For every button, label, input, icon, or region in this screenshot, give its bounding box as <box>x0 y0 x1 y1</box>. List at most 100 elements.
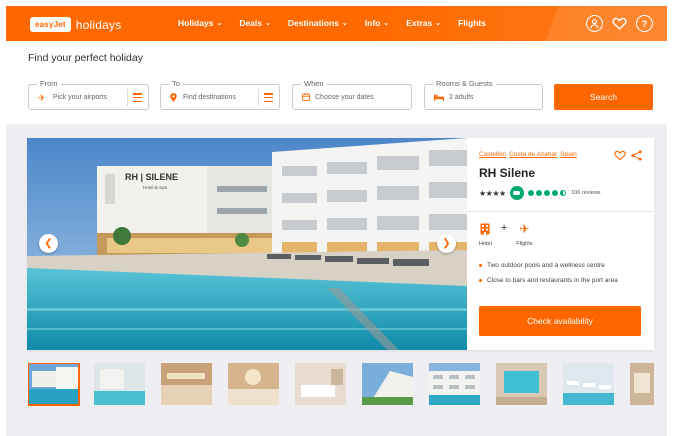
to-field[interactable]: To Find destinations <box>160 79 280 110</box>
prev-photo-button[interactable]: ❮ <box>39 234 58 253</box>
hotel-sign-subtext: Hotel & Spa <box>143 185 168 190</box>
from-label: From <box>37 79 61 89</box>
list-item: Two outdoor pools and a wellness centre <box>479 262 618 269</box>
package-hotel: Hotel <box>479 222 492 247</box>
plane-icon: ✈ <box>38 93 46 103</box>
to-input[interactable]: Find destinations <box>183 93 236 103</box>
help-icon[interactable]: ? <box>636 15 653 32</box>
when-field[interactable]: When Choose your dates <box>292 79 412 110</box>
search-button[interactable]: Search <box>554 84 653 110</box>
search-title: Find your perfect holiday <box>28 52 143 64</box>
nav-destinations[interactable]: Destinations ⌄ <box>288 18 348 28</box>
chevron-down-icon: ⌄ <box>341 20 348 27</box>
thumbnail[interactable] <box>496 363 547 405</box>
thumbnail[interactable] <box>28 363 80 406</box>
favourite-heart-icon[interactable] <box>614 148 626 166</box>
when-label: When <box>301 79 327 89</box>
list-item: Close to bars and restaurants in the por… <box>479 277 618 284</box>
account-icon[interactable] <box>586 15 603 32</box>
divider <box>467 211 654 212</box>
breadcrumb-town[interactable]: Castellon <box>479 151 506 158</box>
bed-icon <box>434 93 444 103</box>
package-contents: Hotel + ✈ Flights <box>479 222 532 247</box>
thumbnail-strip <box>28 363 654 408</box>
tripadvisor-bubbles <box>527 189 567 197</box>
highlight-text: Two outdoor pools and a wellness centre <box>487 262 605 269</box>
share-icon[interactable] <box>631 148 642 166</box>
thumbnail[interactable] <box>228 363 279 405</box>
review-count[interactable]: 106 reviews <box>571 190 600 196</box>
nav-holidays[interactable]: Holidays ⌄ <box>178 18 222 28</box>
nav-flights-label: Flights <box>458 18 486 28</box>
pin-icon <box>170 93 177 104</box>
plane-icon: ✈ <box>519 222 530 236</box>
hotel-sign-text: RH | SILENE <box>125 172 178 182</box>
nav-extras[interactable]: Extras ⌄ <box>406 18 441 28</box>
divider <box>258 89 259 106</box>
thumbnail[interactable] <box>563 363 614 405</box>
location-breadcrumb: Castellon Costa de Azahar Spain <box>479 151 577 158</box>
thumbnail[interactable] <box>295 363 346 405</box>
tripadvisor-owl-icon <box>509 186 524 200</box>
card-actions <box>614 148 642 166</box>
plus-icon: + <box>500 222 508 234</box>
thumbnail[interactable] <box>429 363 480 405</box>
gallery-counter: 1 / 16 ⤢ <box>430 142 454 152</box>
calendar-icon <box>302 93 310 103</box>
page: easyJet holidays Holidays ⌄ Deals ⌄ Destin… <box>0 0 673 436</box>
to-label: To <box>169 79 183 89</box>
package-flights: ✈ Flights <box>516 222 532 247</box>
bullet-icon <box>479 279 482 282</box>
easyjet-holidays-logo[interactable]: easyJet holidays <box>30 17 121 32</box>
logo-brand: easyJet <box>30 17 71 32</box>
thumbnail[interactable] <box>362 363 413 405</box>
chevron-left-icon: ❮ <box>44 238 53 249</box>
thumbnail[interactable] <box>94 363 145 405</box>
package-hotel-label: Hotel <box>479 241 492 247</box>
highlight-text: Close to bars and restaurants in the por… <box>487 277 618 284</box>
expand-icon[interactable]: ⤢ <box>448 142 454 152</box>
heart-icon[interactable] <box>611 15 628 32</box>
nav-holidays-label: Holidays <box>178 18 214 28</box>
hotel-card: RH | SILENE Hotel & Spa 1 / 16 ⤢ ❮ ❯ Cas… <box>27 138 654 350</box>
nav-info-label: Info <box>364 18 381 28</box>
hotel-icon <box>479 222 491 236</box>
thumbnail[interactable] <box>630 363 654 405</box>
main-nav: Holidays ⌄ Deals ⌄ Destinations ⌄ Info ⌄ Ext… <box>178 18 486 28</box>
hotel-name[interactable]: RH Silene <box>479 166 535 180</box>
from-field[interactable]: From ✈ Pick your airports <box>28 79 149 110</box>
rooms-label: Rooms & Guests <box>433 79 496 89</box>
divider <box>127 89 128 106</box>
from-input[interactable]: Pick your airports <box>53 93 107 103</box>
star-rating: ★★★★ <box>479 188 506 198</box>
nav-deals-label: Deals <box>239 18 262 28</box>
chevron-down-icon: ⌄ <box>216 20 223 27</box>
check-availability-button[interactable]: Check availability <box>479 306 641 336</box>
bullet-icon <box>479 264 482 267</box>
gallery-counter-text: 1 / 16 <box>430 144 446 150</box>
chevron-right-icon: ❯ <box>442 238 451 249</box>
nav-flights[interactable]: Flights <box>458 18 486 28</box>
hotel-photo[interactable]: RH | SILENE Hotel & Spa 1 / 16 ⤢ <box>27 138 467 350</box>
top-nav-bar: easyJet holidays Holidays ⌄ Deals ⌄ Destin… <box>6 6 667 41</box>
chevron-down-icon: ⌄ <box>383 20 390 27</box>
hotel-photo-image: RH | SILENE Hotel & Spa <box>27 138 467 350</box>
breadcrumb-country[interactable]: Spain <box>560 151 577 158</box>
next-photo-button[interactable]: ❯ <box>437 234 456 253</box>
logo-product: holidays <box>75 17 122 32</box>
header-icons: ? <box>586 15 653 32</box>
chevron-down-icon: ⌄ <box>265 20 271 27</box>
thumbnail[interactable] <box>161 363 212 405</box>
nav-destinations-label: Destinations <box>287 18 339 28</box>
nav-info[interactable]: Info ⌄ <box>365 18 389 28</box>
when-input[interactable]: Choose your dates <box>315 93 374 103</box>
highlights-list: Two outdoor pools and a wellness centre … <box>479 262 618 292</box>
list-icon[interactable] <box>133 93 142 102</box>
list-icon[interactable] <box>264 93 273 102</box>
rooms-guests-field[interactable]: Rooms & Guests 2 adults <box>424 79 543 110</box>
breadcrumb-region[interactable]: Costa de Azahar <box>509 151 557 158</box>
package-flights-label: Flights <box>516 241 533 247</box>
nav-extras-label: Extras <box>406 18 433 28</box>
nav-deals[interactable]: Deals ⌄ <box>239 18 271 28</box>
rating-row: ★★★★ 106 reviews <box>479 186 601 200</box>
